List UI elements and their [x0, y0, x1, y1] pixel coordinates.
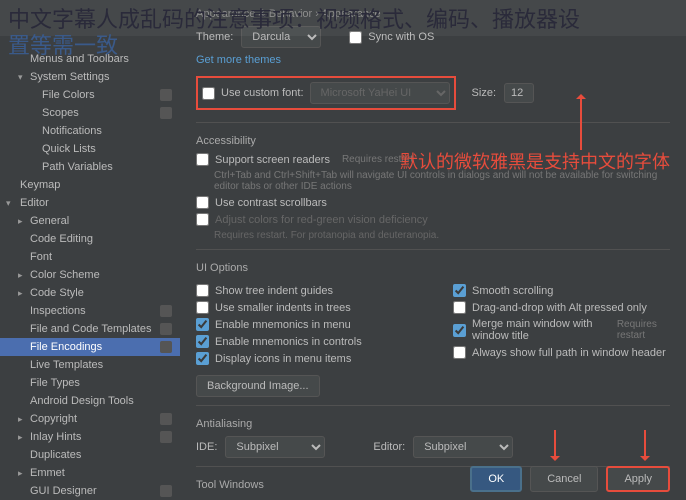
sidebar-item[interactable]: Notifications — [0, 122, 180, 140]
ui-option-checkbox[interactable] — [196, 284, 209, 297]
ui-option-checkbox[interactable] — [453, 284, 466, 297]
ui-option-checkbox[interactable] — [453, 301, 466, 314]
antialiasing-title: Antialiasing — [196, 418, 670, 430]
settings-content: Appearance & Behavior › Appearance Theme… — [180, 0, 686, 500]
annotation-text: 默认的微软雅黑是支持中文的字体 — [400, 148, 670, 174]
sidebar-item[interactable]: Font — [0, 248, 180, 266]
font-select[interactable]: Microsoft YaHei UI — [310, 82, 450, 104]
custom-font-highlight: Use custom font: Microsoft YaHei UI — [196, 76, 456, 110]
ok-button[interactable]: OK — [470, 466, 522, 492]
sidebar-item[interactable]: Keymap — [0, 176, 180, 194]
ok-arrow — [554, 430, 556, 460]
cancel-button[interactable]: Cancel — [530, 466, 598, 492]
ui-option-checkbox[interactable] — [196, 352, 209, 365]
sidebar-item[interactable]: ▸Copyright — [0, 410, 180, 428]
contrast-scrollbars-checkbox[interactable] — [196, 196, 209, 209]
ui-options-title: UI Options — [196, 262, 670, 274]
apply-button[interactable]: Apply — [606, 466, 670, 492]
ui-option-checkbox[interactable] — [196, 335, 209, 348]
sidebar-item[interactable]: ▸Inlay Hints — [0, 428, 180, 446]
annotation-arrow — [580, 95, 582, 150]
overlay-subtitle: 置等需一致 — [0, 28, 126, 60]
ui-option-checkbox[interactable] — [196, 301, 209, 314]
sidebar-item[interactable]: GUI Designer — [0, 482, 180, 500]
font-size-input[interactable] — [504, 83, 534, 103]
sidebar-item[interactable]: Quick Lists — [0, 140, 180, 158]
sidebar-item[interactable]: ▾System Settings — [0, 68, 180, 86]
ui-option-checkbox[interactable] — [453, 324, 466, 337]
screen-readers-checkbox[interactable] — [196, 153, 209, 166]
sidebar-item[interactable]: Scopes — [0, 104, 180, 122]
get-themes-link[interactable]: Get more themes — [196, 54, 670, 66]
sidebar-item[interactable]: File Encodings — [0, 338, 180, 356]
settings-sidebar: Menus and Toolbars▾System SettingsFile C… — [0, 0, 180, 500]
sidebar-item[interactable]: Inspections — [0, 302, 180, 320]
sidebar-item[interactable]: ▸General — [0, 212, 180, 230]
sidebar-item[interactable]: Duplicates — [0, 446, 180, 464]
sidebar-item[interactable]: ▸Color Scheme — [0, 266, 180, 284]
adjust-colors-checkbox[interactable] — [196, 213, 209, 226]
sidebar-item[interactable]: ▸Emmet — [0, 464, 180, 482]
custom-font-checkbox[interactable] — [202, 87, 215, 100]
sidebar-item[interactable]: ▸Code Style — [0, 284, 180, 302]
editor-aa-select[interactable]: Subpixel — [413, 436, 513, 458]
background-image-button[interactable]: Background Image... — [196, 375, 320, 397]
ui-option-checkbox[interactable] — [196, 318, 209, 331]
sidebar-item[interactable]: Code Editing — [0, 230, 180, 248]
apply-arrow — [644, 430, 646, 460]
ui-option-checkbox[interactable] — [453, 346, 466, 359]
sidebar-item[interactable]: File Colors — [0, 86, 180, 104]
sidebar-item[interactable]: File and Code Templates — [0, 320, 180, 338]
ide-aa-select[interactable]: Subpixel — [225, 436, 325, 458]
sidebar-item[interactable]: ▾Editor — [0, 194, 180, 212]
sidebar-item[interactable]: File Types — [0, 374, 180, 392]
accessibility-title: Accessibility — [196, 135, 670, 147]
sidebar-item[interactable]: Live Templates — [0, 356, 180, 374]
sidebar-item[interactable]: Android Design Tools — [0, 392, 180, 410]
sidebar-item[interactable]: Path Variables — [0, 158, 180, 176]
